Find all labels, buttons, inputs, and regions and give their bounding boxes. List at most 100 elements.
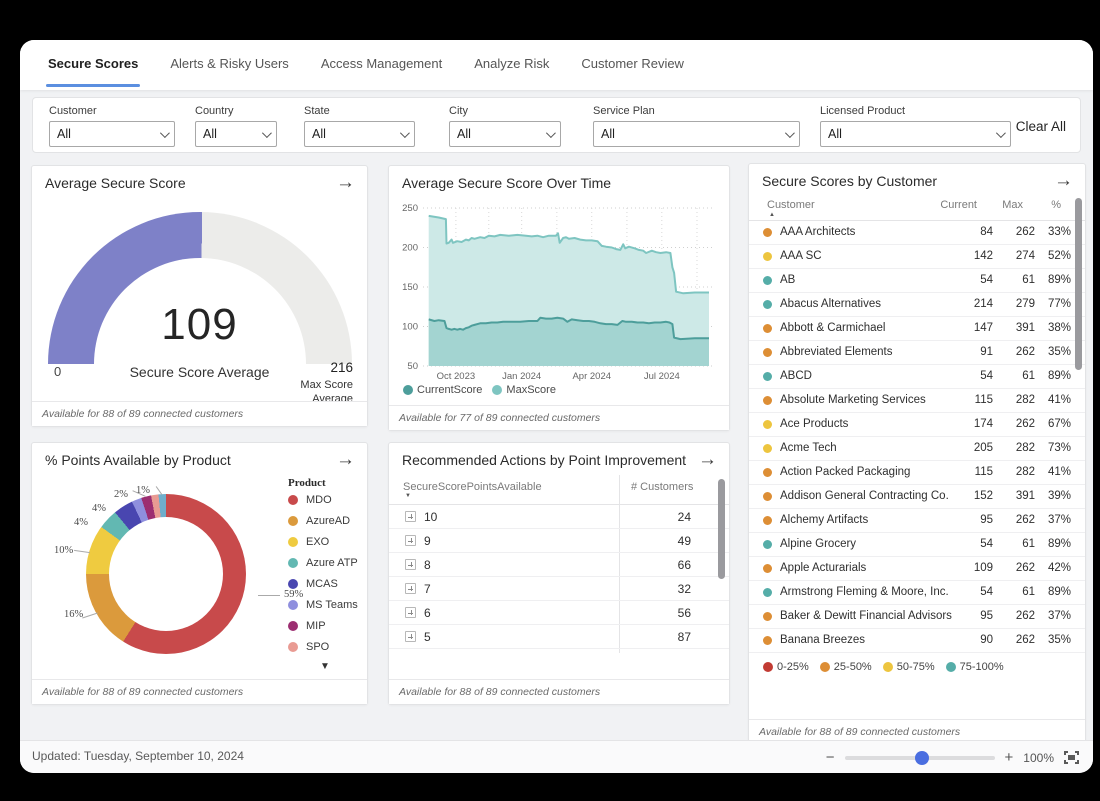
x-tick-label: Jan 2024: [502, 371, 541, 382]
fit-to-screen-icon[interactable]: [1064, 751, 1079, 764]
expand-icon[interactable]: [405, 511, 416, 522]
table-row[interactable]: Acme Tech20528273%: [749, 437, 1085, 461]
column-header-current[interactable]: Current: [940, 199, 977, 211]
timeline-chart[interactable]: 50100150200250Oct 2023Jan 2024Apr 2024Ju…: [397, 198, 719, 384]
status-bar: Updated: Tuesday, September 10, 2024 − +…: [20, 740, 1093, 773]
tab-analyze-risk[interactable]: Analyze Risk: [458, 40, 565, 90]
column-header-customers[interactable]: # Customers: [631, 481, 693, 493]
table-row[interactable]: Alchemy Artifacts9526237%: [749, 509, 1085, 533]
legend-item-mcas[interactable]: MCAS: [288, 578, 358, 590]
legend-scroll-down-icon[interactable]: ▼: [320, 661, 330, 672]
score-percent: 38%: [1039, 322, 1071, 334]
table-row[interactable]: 949: [389, 529, 729, 553]
legend-dot: [288, 621, 298, 631]
zoom-out-icon[interactable]: −: [826, 750, 835, 765]
zoom-slider[interactable]: [845, 756, 995, 760]
filter-dropdown[interactable]: All: [195, 121, 277, 147]
legend-item-CurrentScore[interactable]: CurrentScore: [403, 384, 482, 396]
drill-through-arrow-icon[interactable]: →: [336, 172, 355, 194]
column-header-customer[interactable]: Customer: [767, 199, 815, 211]
score-percent: 89%: [1039, 586, 1071, 598]
customer-name: Abbott & Carmichael: [780, 322, 885, 334]
expand-icon[interactable]: [405, 583, 416, 594]
legend-item-azure-atp[interactable]: Azure ATP: [288, 557, 358, 569]
legend-label: MIP: [306, 620, 326, 632]
table-row[interactable]: Abbott & Carmichael14739138%: [749, 317, 1085, 341]
expand-icon[interactable]: [405, 607, 416, 618]
table-row[interactable]: 587: [389, 625, 729, 649]
table-row[interactable]: Baker & Dewitt Financial Advisors9526237…: [749, 605, 1085, 629]
expand-icon[interactable]: [405, 535, 416, 546]
filter-dropdown[interactable]: All: [593, 121, 800, 147]
table-row[interactable]: Armstrong Fleming & Moore, Inc.546189%: [749, 581, 1085, 605]
tab-secure-scores[interactable]: Secure Scores: [32, 40, 154, 90]
legend-item-75-100%[interactable]: 75-100%: [946, 661, 1004, 673]
clear-all-button[interactable]: Clear All: [1016, 119, 1066, 134]
legend-item-MaxScore[interactable]: MaxScore: [492, 384, 556, 396]
table-row[interactable]: 732: [389, 577, 729, 601]
tab-customer-review[interactable]: Customer Review: [565, 40, 700, 90]
legend-item-spo[interactable]: SPO: [288, 641, 358, 653]
expand-icon[interactable]: [405, 631, 416, 642]
drill-through-arrow-icon[interactable]: →: [1054, 170, 1073, 192]
filter-dropdown[interactable]: All: [304, 121, 415, 147]
current-score: 95: [953, 610, 993, 622]
table-row[interactable]: Addison General Contracting Co.15239139%: [749, 485, 1085, 509]
drill-through-arrow-icon[interactable]: →: [698, 449, 717, 471]
legend-item-0-25%[interactable]: 0-25%: [763, 661, 809, 673]
zoom-in-icon[interactable]: +: [1005, 750, 1014, 765]
drill-through-arrow-icon[interactable]: →: [336, 449, 355, 471]
max-score: 282: [995, 466, 1035, 478]
expand-icon[interactable]: [405, 559, 416, 570]
current-score: 95: [953, 514, 993, 526]
table-row[interactable]: Alpine Grocery546189%: [749, 533, 1085, 557]
table-row[interactable]: AB546189%: [749, 269, 1085, 293]
legend-item-50-75%[interactable]: 50-75%: [883, 661, 935, 673]
table-row[interactable]: Action Packed Packaging11528241%: [749, 461, 1085, 485]
zoom-slider-thumb[interactable]: [915, 751, 929, 765]
table-row[interactable]: Abacus Alternatives21427977%: [749, 293, 1085, 317]
table-row[interactable]: Banana Breezes9026235%: [749, 629, 1085, 653]
x-tick-label: Oct 2023: [437, 371, 476, 382]
card-title: Average Secure Score: [45, 175, 186, 191]
table-row[interactable]: 866: [389, 553, 729, 577]
tab-alerts-risky-users[interactable]: Alerts & Risky Users: [154, 40, 304, 90]
table-row[interactable]: Apple Acturarials10926242%: [749, 557, 1085, 581]
legend-item-ms-teams[interactable]: MS Teams: [288, 599, 358, 611]
table-row[interactable]: ABCD546189%: [749, 365, 1085, 389]
score-percent: 39%: [1039, 490, 1071, 502]
legend-item-exo[interactable]: EXO: [288, 536, 358, 548]
legend-item-mdo[interactable]: MDO: [288, 494, 358, 506]
legend-item-azuread[interactable]: AzureAD: [288, 515, 358, 527]
current-score: 54: [953, 370, 993, 382]
legend-dot: [288, 516, 298, 526]
table-row[interactable]: 1024: [389, 505, 729, 529]
legend-item-25-50%[interactable]: 25-50%: [820, 661, 872, 673]
customers-scrollbar[interactable]: [1075, 198, 1082, 370]
column-header-pct[interactable]: %: [1051, 199, 1061, 211]
customer-count: 24: [619, 510, 691, 524]
table-row[interactable]: Absolute Marketing Services11528241%: [749, 389, 1085, 413]
column-header-max[interactable]: Max: [1002, 199, 1023, 211]
legend-dot: [492, 385, 502, 395]
tab-access-management[interactable]: Access Management: [305, 40, 458, 90]
legend-item-mip[interactable]: MIP: [288, 620, 358, 632]
max-score: 61: [995, 370, 1035, 382]
max-score: 262: [995, 634, 1035, 646]
actions-scrollbar[interactable]: [718, 479, 725, 579]
filter-dropdown[interactable]: All: [49, 121, 175, 147]
y-tick-label: 100: [402, 322, 418, 333]
legend-dot: [288, 537, 298, 547]
table-row[interactable]: 656: [389, 601, 729, 625]
table-row[interactable]: AAA Architects8426233%: [749, 221, 1085, 245]
table-row[interactable]: Ace Products17426267%: [749, 413, 1085, 437]
filter-dropdown[interactable]: All: [820, 121, 1011, 147]
table-row[interactable]: Abbreviated Elements9126235%: [749, 341, 1085, 365]
column-header-points[interactable]: SecureScorePointsAvailable: [403, 481, 542, 493]
filter-dropdown[interactable]: All: [449, 121, 561, 147]
legend-label: CurrentScore: [417, 384, 482, 396]
score-bucket-dot: [763, 252, 772, 261]
legend-dot: [946, 662, 956, 672]
table-row[interactable]: AAA SC14227452%: [749, 245, 1085, 269]
filter-label: State: [304, 105, 415, 117]
